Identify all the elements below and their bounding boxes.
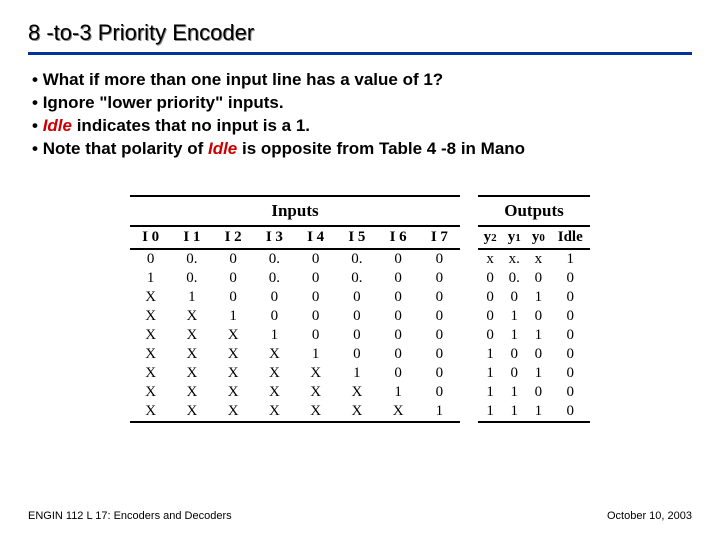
bullet-list: What if more than one input line has a v…: [32, 69, 692, 161]
table-row: X10000000010: [130, 288, 590, 307]
footer: ENGIN 112 L 17: Encoders and Decoders Oc…: [28, 510, 692, 522]
page-title: 8 -to-3 Priority Encoder: [28, 20, 692, 55]
table-row: XX1000000100: [130, 307, 590, 326]
table-row: XXXX10001000: [130, 345, 590, 364]
bullet-item: Note that polarity of Idle is opposite f…: [32, 138, 692, 161]
column-headers: I 0 I 1 I 2 I 3 I 4 I 5 I 6 I 7 y2 y1 y0…: [130, 226, 590, 249]
footer-right: October 10, 2003: [607, 510, 692, 522]
truth-table: Inputs Outputs I 0 I 1 I 2 I 3 I 4 I 5 I…: [130, 195, 590, 423]
bullet-item: What if more than one input line has a v…: [32, 69, 692, 92]
bullet-item: Idle indicates that no input is a 1.: [32, 115, 692, 138]
bullet-item: Ignore "lower priority" inputs.: [32, 92, 692, 115]
table-row: 00.00.00.00xx.x1: [130, 249, 590, 269]
table-row: XXXXXX101100: [130, 383, 590, 402]
table-row: XXXXX1001010: [130, 364, 590, 383]
inputs-header: Inputs: [130, 196, 460, 226]
table-row: XXXXXXX11110: [130, 402, 590, 422]
table-row: 10.00.00.0000.00: [130, 269, 590, 288]
footer-left: ENGIN 112 L 17: Encoders and Decoders: [28, 510, 232, 522]
outputs-header: Outputs: [478, 196, 590, 226]
table-row: XXX100000110: [130, 326, 590, 345]
